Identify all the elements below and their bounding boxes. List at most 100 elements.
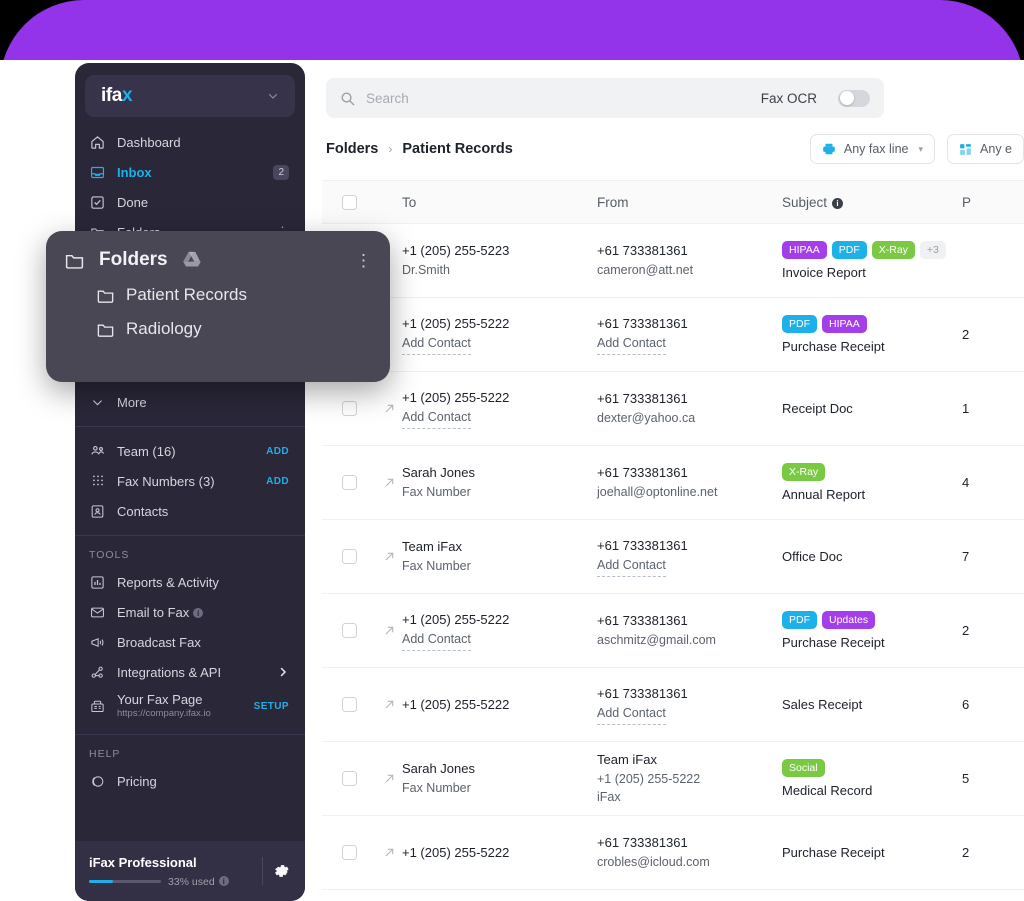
info-icon[interactable]: i <box>832 197 844 209</box>
select-all-checkbox[interactable] <box>341 194 357 210</box>
sidebar-item-fax-numbers[interactable]: Fax Numbers (3) ADD <box>75 466 305 496</box>
sidebar-item-inbox[interactable]: Inbox 2 <box>75 157 305 187</box>
table-row[interactable]: +1 (205) 255-5223 Dr.Smith +61 733381361 ca… <box>322 224 1024 298</box>
row-checkbox[interactable] <box>341 771 357 786</box>
table-row[interactable]: +1 (205) 255-5222 +61 733381361 Add Contac… <box>322 668 1024 742</box>
fax-numbers-add-button[interactable]: ADD <box>266 476 289 487</box>
sidebar-item-dashboard[interactable]: Dashboard <box>75 127 305 157</box>
row-to-cell: +1 (205) 255-5222 <box>402 843 597 863</box>
chevron-down-icon[interactable] <box>267 90 279 102</box>
sidebar-item-done[interactable]: Done <box>75 187 305 217</box>
info-icon[interactable]: i <box>193 608 204 618</box>
page-subheader: Folders › Patient Records Any fax line ▾… <box>322 118 1024 180</box>
row-checkbox[interactable] <box>341 475 357 490</box>
column-header-subject[interactable]: Subject i <box>782 195 962 210</box>
search-input[interactable]: Search <box>366 91 750 106</box>
folder-icon <box>64 250 85 271</box>
fax-ocr-label: Fax OCR <box>760 90 817 106</box>
info-icon[interactable]: i <box>218 876 229 886</box>
table-row[interactable]: Sarah Jones Fax Number +61 733381361 joehal… <box>322 446 1024 520</box>
chevron-right-icon[interactable] <box>277 666 289 678</box>
breadcrumb-root[interactable]: Folders <box>326 141 378 157</box>
row-from-secondary[interactable]: Add Contact <box>597 334 666 355</box>
search-bar[interactable]: Search Fax OCR <box>326 78 884 118</box>
google-drive-icon[interactable] <box>182 251 202 269</box>
tag-badge[interactable]: X-Ray <box>782 463 826 481</box>
table-row[interactable]: +1 (205) 255-5222 Add Contact +61 73338136… <box>322 372 1024 446</box>
row-to-secondary[interactable]: Add Contact <box>402 334 471 355</box>
table-row[interactable]: +1 (205) 255-5222 Add Contact +61 73338136… <box>322 298 1024 372</box>
row-subject-cell: Office Doc <box>782 549 962 564</box>
row-to-secondary[interactable]: Add Contact <box>402 630 471 651</box>
fax-page-setup-button[interactable]: SETUP <box>254 701 289 712</box>
table-row[interactable]: Sarah Jones Fax Number Team iFax +1 (205) 2… <box>322 742 1024 816</box>
tag-badge[interactable]: PDF <box>782 315 817 333</box>
fax-ocr-toggle[interactable] <box>838 89 870 107</box>
entity-filter[interactable]: Any e <box>947 134 1024 164</box>
sidebar-item-your-fax-page[interactable]: Your Fax Page https://company.ifax.io SE… <box>75 687 305 725</box>
sidebar-item-label: More <box>117 394 147 410</box>
sidebar-item-email-to-fax[interactable]: Email to Fax i <box>75 597 305 627</box>
table-row[interactable]: Team iFax Fax Number +61 733381361 Add Cont… <box>322 520 1024 594</box>
tag-badge[interactable]: PDF <box>831 241 867 259</box>
row-checkbox[interactable] <box>341 623 357 638</box>
sidebar-item-integrations-api[interactable]: Integrations & API <box>75 657 305 687</box>
sidebar-item-team[interactable]: Team (16) ADD <box>75 436 305 466</box>
row-checkbox[interactable] <box>341 401 357 416</box>
row-subject-cell: X-Ray Annual Report <box>782 463 962 502</box>
row-checkbox[interactable] <box>341 697 357 712</box>
row-select-cell[interactable] <box>322 697 376 712</box>
row-select-cell[interactable] <box>322 623 376 638</box>
row-select-cell[interactable] <box>322 771 376 786</box>
tag-badge[interactable]: PDF <box>782 611 817 629</box>
row-select-cell[interactable] <box>322 549 376 564</box>
workspace-switcher[interactable]: ifax <box>85 75 295 117</box>
row-select-cell[interactable] <box>322 401 376 416</box>
kebab-menu-icon[interactable]: ⋮ <box>355 252 372 269</box>
sidebar-item-reports-activity[interactable]: Reports & Activity <box>75 567 305 597</box>
sidebar-item-more[interactable]: More <box>75 387 305 417</box>
column-header-to[interactable]: To <box>402 195 597 210</box>
table-row[interactable]: +1 (205) 255-5222 Add Contact +61 73338136… <box>322 594 1024 668</box>
row-select-cell[interactable] <box>322 845 376 860</box>
contacts-icon <box>89 503 106 520</box>
row-checkbox[interactable] <box>341 845 357 860</box>
team-add-button[interactable]: ADD <box>266 446 289 457</box>
column-header-from[interactable]: From <box>597 195 782 210</box>
tag-badge[interactable]: HIPAA <box>782 241 827 259</box>
folder-icon <box>96 320 115 339</box>
gear-icon[interactable] <box>273 862 291 880</box>
tag-badge[interactable]: Updates <box>822 611 876 629</box>
row-to-cell: Sarah Jones Fax Number <box>402 463 597 501</box>
sidebar-item-contacts[interactable]: Contacts <box>75 496 305 526</box>
row-pages: 7 <box>962 549 970 564</box>
row-select-cell[interactable] <box>322 475 376 490</box>
tag-badge[interactable]: Social <box>782 759 825 777</box>
tag-badge[interactable]: X-Ray <box>871 241 915 259</box>
row-from-secondary[interactable]: Add Contact <box>597 556 666 577</box>
usage-meter-fill <box>89 879 113 884</box>
table-row[interactable]: +1 (205) 255-5222 +61 733381361 crobles@ic… <box>322 816 1024 890</box>
folder-item-radiology[interactable]: Radiology <box>96 319 372 339</box>
row-subject-cell: HIPAA PDF X-Ray +3 Invoice Report <box>782 241 962 280</box>
fax-line-filter-label: Any fax line <box>843 142 909 156</box>
tag-overflow-badge[interactable]: +3 <box>919 241 946 259</box>
folder-item-patient-records[interactable]: Patient Records <box>96 285 372 305</box>
chart-icon <box>89 574 106 591</box>
folders-popup-header[interactable]: Folders ⋮ <box>64 249 372 271</box>
row-from-secondary[interactable]: Add Contact <box>597 704 666 725</box>
tag-badge[interactable]: HIPAA <box>822 315 867 333</box>
check-square-icon <box>89 194 106 211</box>
row-checkbox[interactable] <box>341 549 357 564</box>
row-to-secondary: Fax Number <box>402 558 471 573</box>
row-from-secondary: +1 (205) 255-5222 <box>597 771 701 786</box>
pricing-icon <box>89 773 106 790</box>
sidebar-item-broadcast-fax[interactable]: Broadcast Fax <box>75 627 305 657</box>
column-header-pages[interactable]: P <box>962 195 1024 210</box>
row-to-secondary[interactable]: Add Contact <box>402 408 471 429</box>
fax-line-filter[interactable]: Any fax line ▾ <box>809 134 936 164</box>
sidebar-item-pricing[interactable]: Pricing <box>75 766 305 796</box>
select-all-cell[interactable] <box>322 194 376 210</box>
row-subject-cell: PDF HIPAA Purchase Receipt <box>782 315 962 354</box>
row-pages: 4 <box>962 475 970 490</box>
